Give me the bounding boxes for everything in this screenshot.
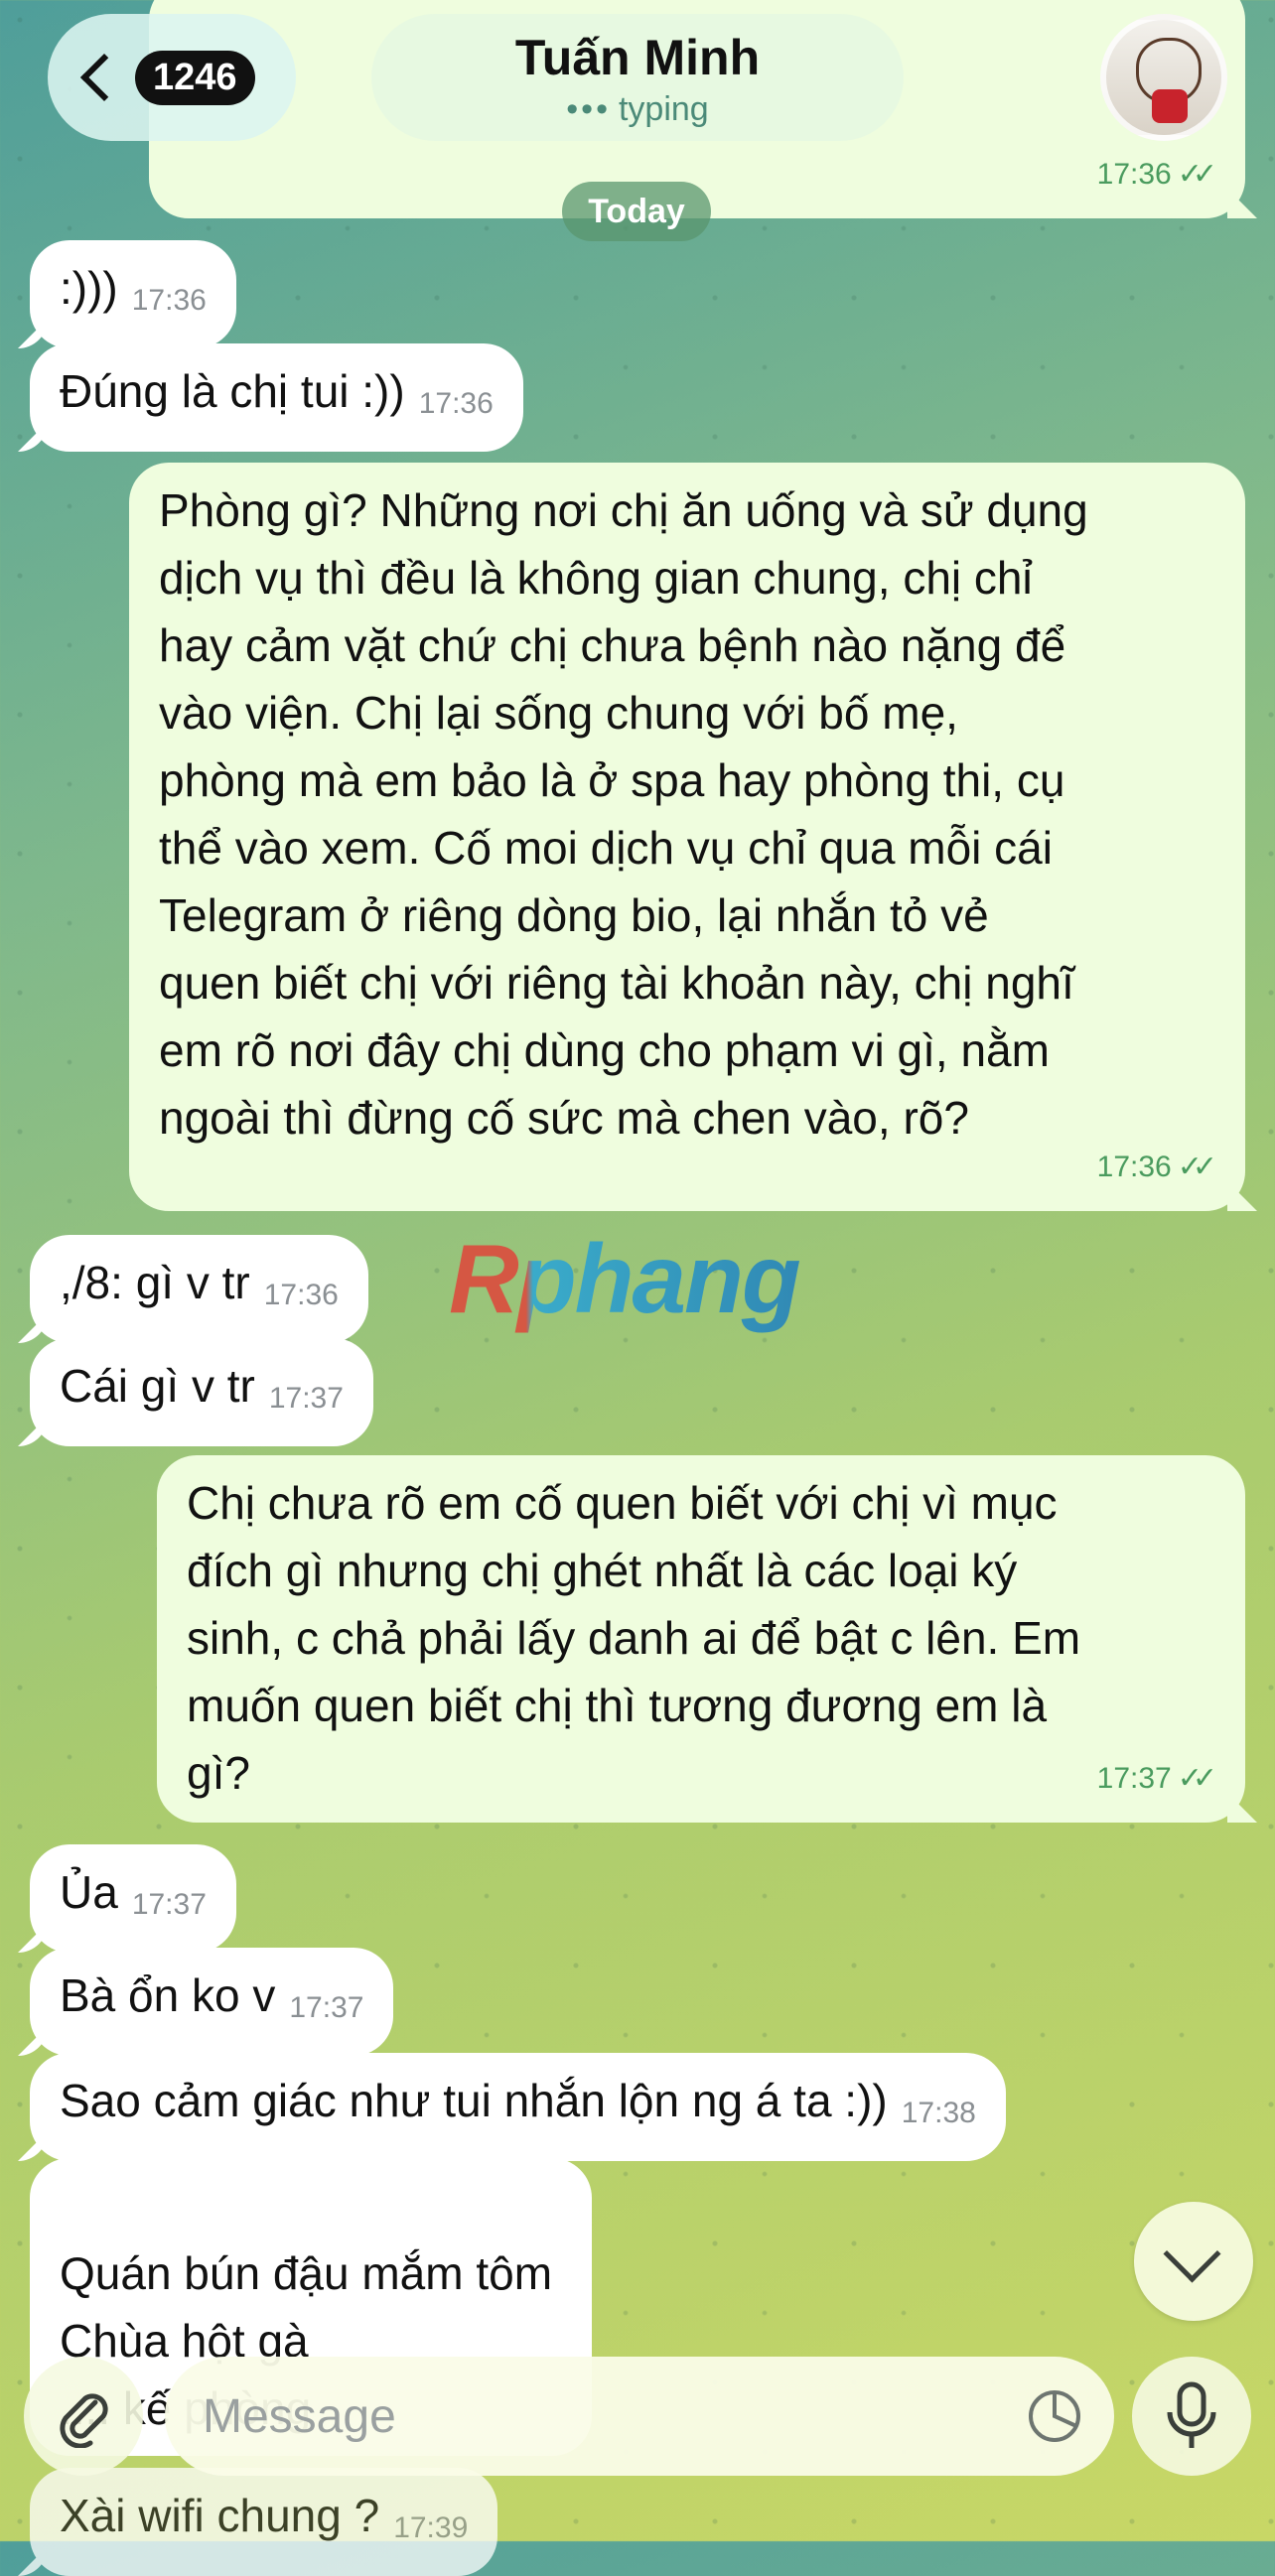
message-text: :))): [60, 262, 118, 314]
message-bubble-incoming[interactable]: Ủa 17:37: [30, 1844, 236, 1953]
message-time: 17:36: [1096, 1151, 1172, 1183]
message-time: 17:36: [1096, 158, 1172, 191]
message-time: 17:36: [418, 387, 494, 420]
contact-avatar[interactable]: [1100, 14, 1227, 141]
attach-button[interactable]: [24, 2357, 143, 2476]
contact-name: Tuấn Minh: [514, 30, 761, 85]
message-text: Sao cảm giác như tui nhắn lộn ng á ta :)…: [60, 2075, 888, 2126]
message-bubble-incoming[interactable]: :))) 17:36: [30, 240, 236, 348]
message-bubble-outgoing[interactable]: Chị chưa rõ em cố quen biết với chị vì m…: [157, 1455, 1245, 1823]
status-text: typing: [618, 90, 709, 128]
message-text: Phòng gì? Những nơi chị ăn uống và sử dụ…: [159, 484, 1088, 1144]
message-text: Chị chưa rõ em cố quen biết với chị vì m…: [187, 1477, 1081, 1799]
date-separator: Today: [562, 182, 711, 241]
watermark-logo: Rphang: [449, 1224, 801, 1333]
microphone-button[interactable]: [1132, 2357, 1251, 2476]
message-text: Xài wifi chung ?: [60, 2490, 380, 2541]
message-time: 17:39: [393, 2511, 469, 2544]
message-meta: 17:37 ✓✓: [1096, 1745, 1217, 1813]
typing-dots-icon: •••: [566, 90, 611, 128]
message-bubble-incoming[interactable]: Bà ổn ko v 17:37: [30, 1948, 394, 2056]
message-text: Đúng là chị tui :)): [60, 365, 405, 417]
back-button[interactable]: 1246: [48, 14, 296, 141]
message-time: 17:36: [263, 1279, 339, 1311]
message-text: Cái gì v tr: [60, 1360, 255, 1412]
avatar-image-detail: [1152, 89, 1188, 123]
message-time: 17:36: [131, 284, 207, 317]
message-text: Ủa: [60, 1866, 118, 1918]
message-bubble-incoming[interactable]: ,/8: gì v tr 17:36: [30, 1235, 368, 1343]
read-checks-icon: ✓✓: [1177, 158, 1217, 191]
microphone-icon: [1167, 2381, 1216, 2448]
message-bubble-incoming[interactable]: Xài wifi chung ? 17:39: [30, 2468, 498, 2576]
message-time: 17:37: [289, 1991, 364, 2024]
message-text: ,/8: gì v tr: [60, 1257, 250, 1308]
message-time: 17:38: [901, 2097, 976, 2129]
chat-header[interactable]: Tuấn Minh ••• typing: [371, 14, 904, 141]
chevron-left-icon: [79, 53, 129, 102]
message-bubble-outgoing[interactable]: Phòng gì? Những nơi chị ăn uống và sử dụ…: [129, 463, 1245, 1211]
message-meta: 17:36 ✓✓: [1096, 141, 1217, 208]
sticker-icon[interactable]: [1025, 2386, 1084, 2446]
message-bubble-incoming[interactable]: Đúng là chị tui :)) 17:36: [30, 343, 523, 452]
message-time: 17:37: [268, 1382, 344, 1415]
message-meta: 17:36 ✓✓: [1096, 1134, 1217, 1201]
message-text: Bà ổn ko v: [60, 1969, 276, 2021]
read-checks-icon: ✓✓: [1177, 1151, 1217, 1183]
message-composer[interactable]: [165, 2357, 1114, 2476]
message-bubble-incoming[interactable]: Sao cảm giác như tui nhắn lộn ng á ta :)…: [30, 2053, 1006, 2161]
read-checks-icon: ✓✓: [1177, 1762, 1217, 1795]
unread-count-badge: 1246: [135, 50, 255, 105]
message-bubble-incoming[interactable]: Cái gì v tr 17:37: [30, 1338, 373, 1446]
message-input[interactable]: [201, 2387, 999, 2445]
message-time: 17:37: [1096, 1762, 1172, 1795]
message-time: 17:37: [131, 1888, 207, 1921]
typing-status: ••• typing: [371, 87, 904, 131]
paperclip-icon: [60, 2393, 108, 2448]
scroll-down-button[interactable]: [1134, 2202, 1253, 2321]
